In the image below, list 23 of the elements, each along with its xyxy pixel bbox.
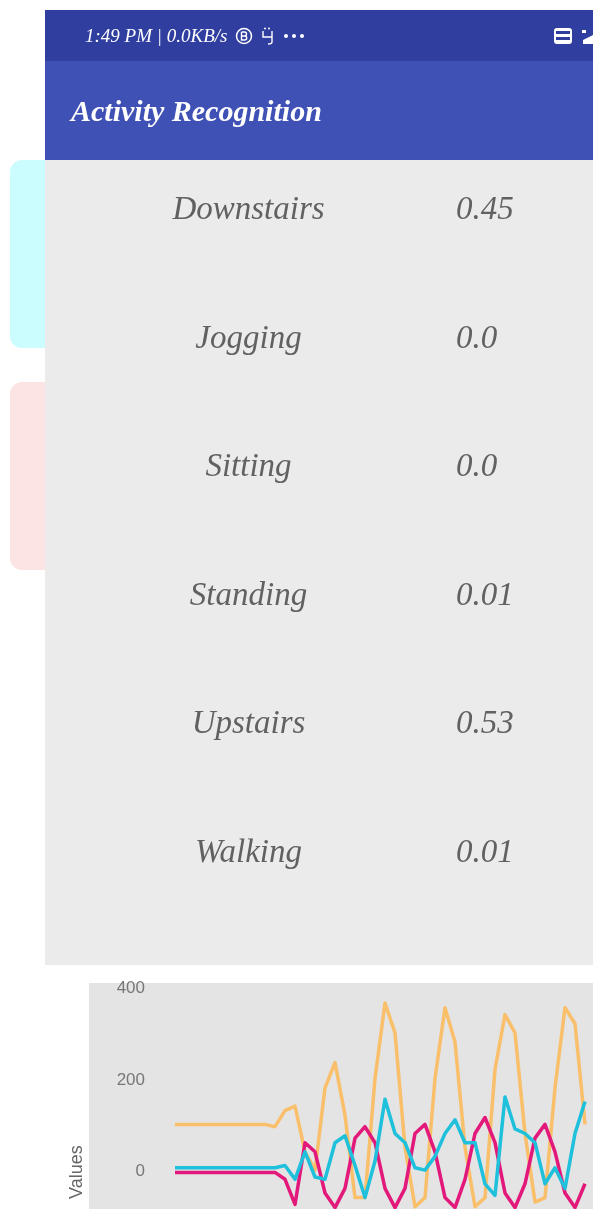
more-icon: [283, 32, 306, 39]
activity-label: Walking: [194, 832, 303, 871]
app-title: Activity Recognition: [71, 93, 322, 128]
probability-value: 0.0: [455, 318, 499, 357]
probability-value: 0.53: [455, 704, 515, 742]
probability-value: 0.01: [455, 832, 515, 871]
activity-label: Standing: [188, 575, 309, 614]
probability-value: 0.45: [455, 190, 515, 228]
probability-value: 0.01: [455, 575, 515, 614]
y-axis-label: Values: [66, 1145, 86, 1199]
probability-value: 0.0: [455, 447, 499, 485]
signal-icon: [581, 27, 593, 44]
notification-icon: [235, 26, 254, 45]
notification-icon: [261, 26, 276, 45]
status-time: 1:49 PM | 0.0KB/s: [85, 24, 228, 47]
activity-label: Upstairs: [190, 704, 307, 742]
y-tick-label: 200: [116, 1069, 145, 1089]
y-tick-label: 400: [116, 978, 145, 998]
activity-label: Downstairs: [171, 190, 326, 228]
activity-label: Jogging: [194, 318, 303, 357]
volte-icon: [553, 26, 573, 45]
activity-label: Sitting: [204, 447, 293, 485]
y-tick-label: 0: [135, 1161, 145, 1181]
